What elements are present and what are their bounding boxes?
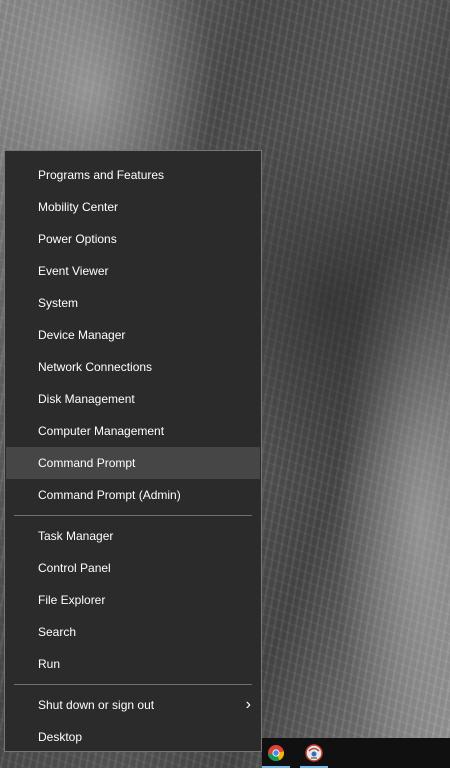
winx-power-user-menu: Programs and Features Mobility Center Po… xyxy=(4,150,262,752)
menu-item-mobility-center[interactable]: Mobility Center xyxy=(5,191,261,223)
menu-item-event-viewer[interactable]: Event Viewer xyxy=(5,255,261,287)
menu-item-command-prompt-admin[interactable]: Command Prompt (Admin) xyxy=(5,479,261,511)
menu-item-control-panel[interactable]: Control Panel xyxy=(5,552,261,584)
menu-item-device-manager[interactable]: Device Manager xyxy=(5,319,261,351)
menu-item-command-prompt[interactable]: Command Prompt xyxy=(6,447,260,479)
menu-item-system[interactable]: System xyxy=(5,287,261,319)
taskbar-app-button[interactable] xyxy=(300,742,328,768)
menu-item-network-connections[interactable]: Network Connections xyxy=(5,351,261,383)
menu-item-computer-management[interactable]: Computer Management xyxy=(5,415,261,447)
chevron-right-icon: › xyxy=(245,696,251,713)
menu-item-search[interactable]: Search xyxy=(5,616,261,648)
menu-separator xyxy=(14,684,252,685)
menu-item-task-manager[interactable]: Task Manager xyxy=(5,520,261,552)
browser-icon xyxy=(305,744,323,762)
menu-item-disk-management[interactable]: Disk Management xyxy=(5,383,261,415)
menu-item-shut-down-or-sign-out[interactable]: Shut down or sign out › xyxy=(5,689,261,721)
menu-item-label: Shut down or sign out xyxy=(38,698,155,712)
menu-item-power-options[interactable]: Power Options xyxy=(5,223,261,255)
menu-group-utilities: Task Manager Control Panel File Explorer… xyxy=(5,520,261,680)
taskbar xyxy=(262,738,450,768)
menu-item-run[interactable]: Run xyxy=(5,648,261,680)
menu-item-desktop[interactable]: Desktop xyxy=(5,721,261,753)
menu-group-system-tools: Programs and Features Mobility Center Po… xyxy=(5,159,261,511)
menu-item-programs-and-features[interactable]: Programs and Features xyxy=(5,159,261,191)
menu-group-session: Shut down or sign out › Desktop xyxy=(5,689,261,753)
menu-item-file-explorer[interactable]: File Explorer xyxy=(5,584,261,616)
chrome-icon xyxy=(268,745,285,762)
menu-separator xyxy=(14,515,252,516)
taskbar-chrome-button[interactable] xyxy=(262,742,290,768)
